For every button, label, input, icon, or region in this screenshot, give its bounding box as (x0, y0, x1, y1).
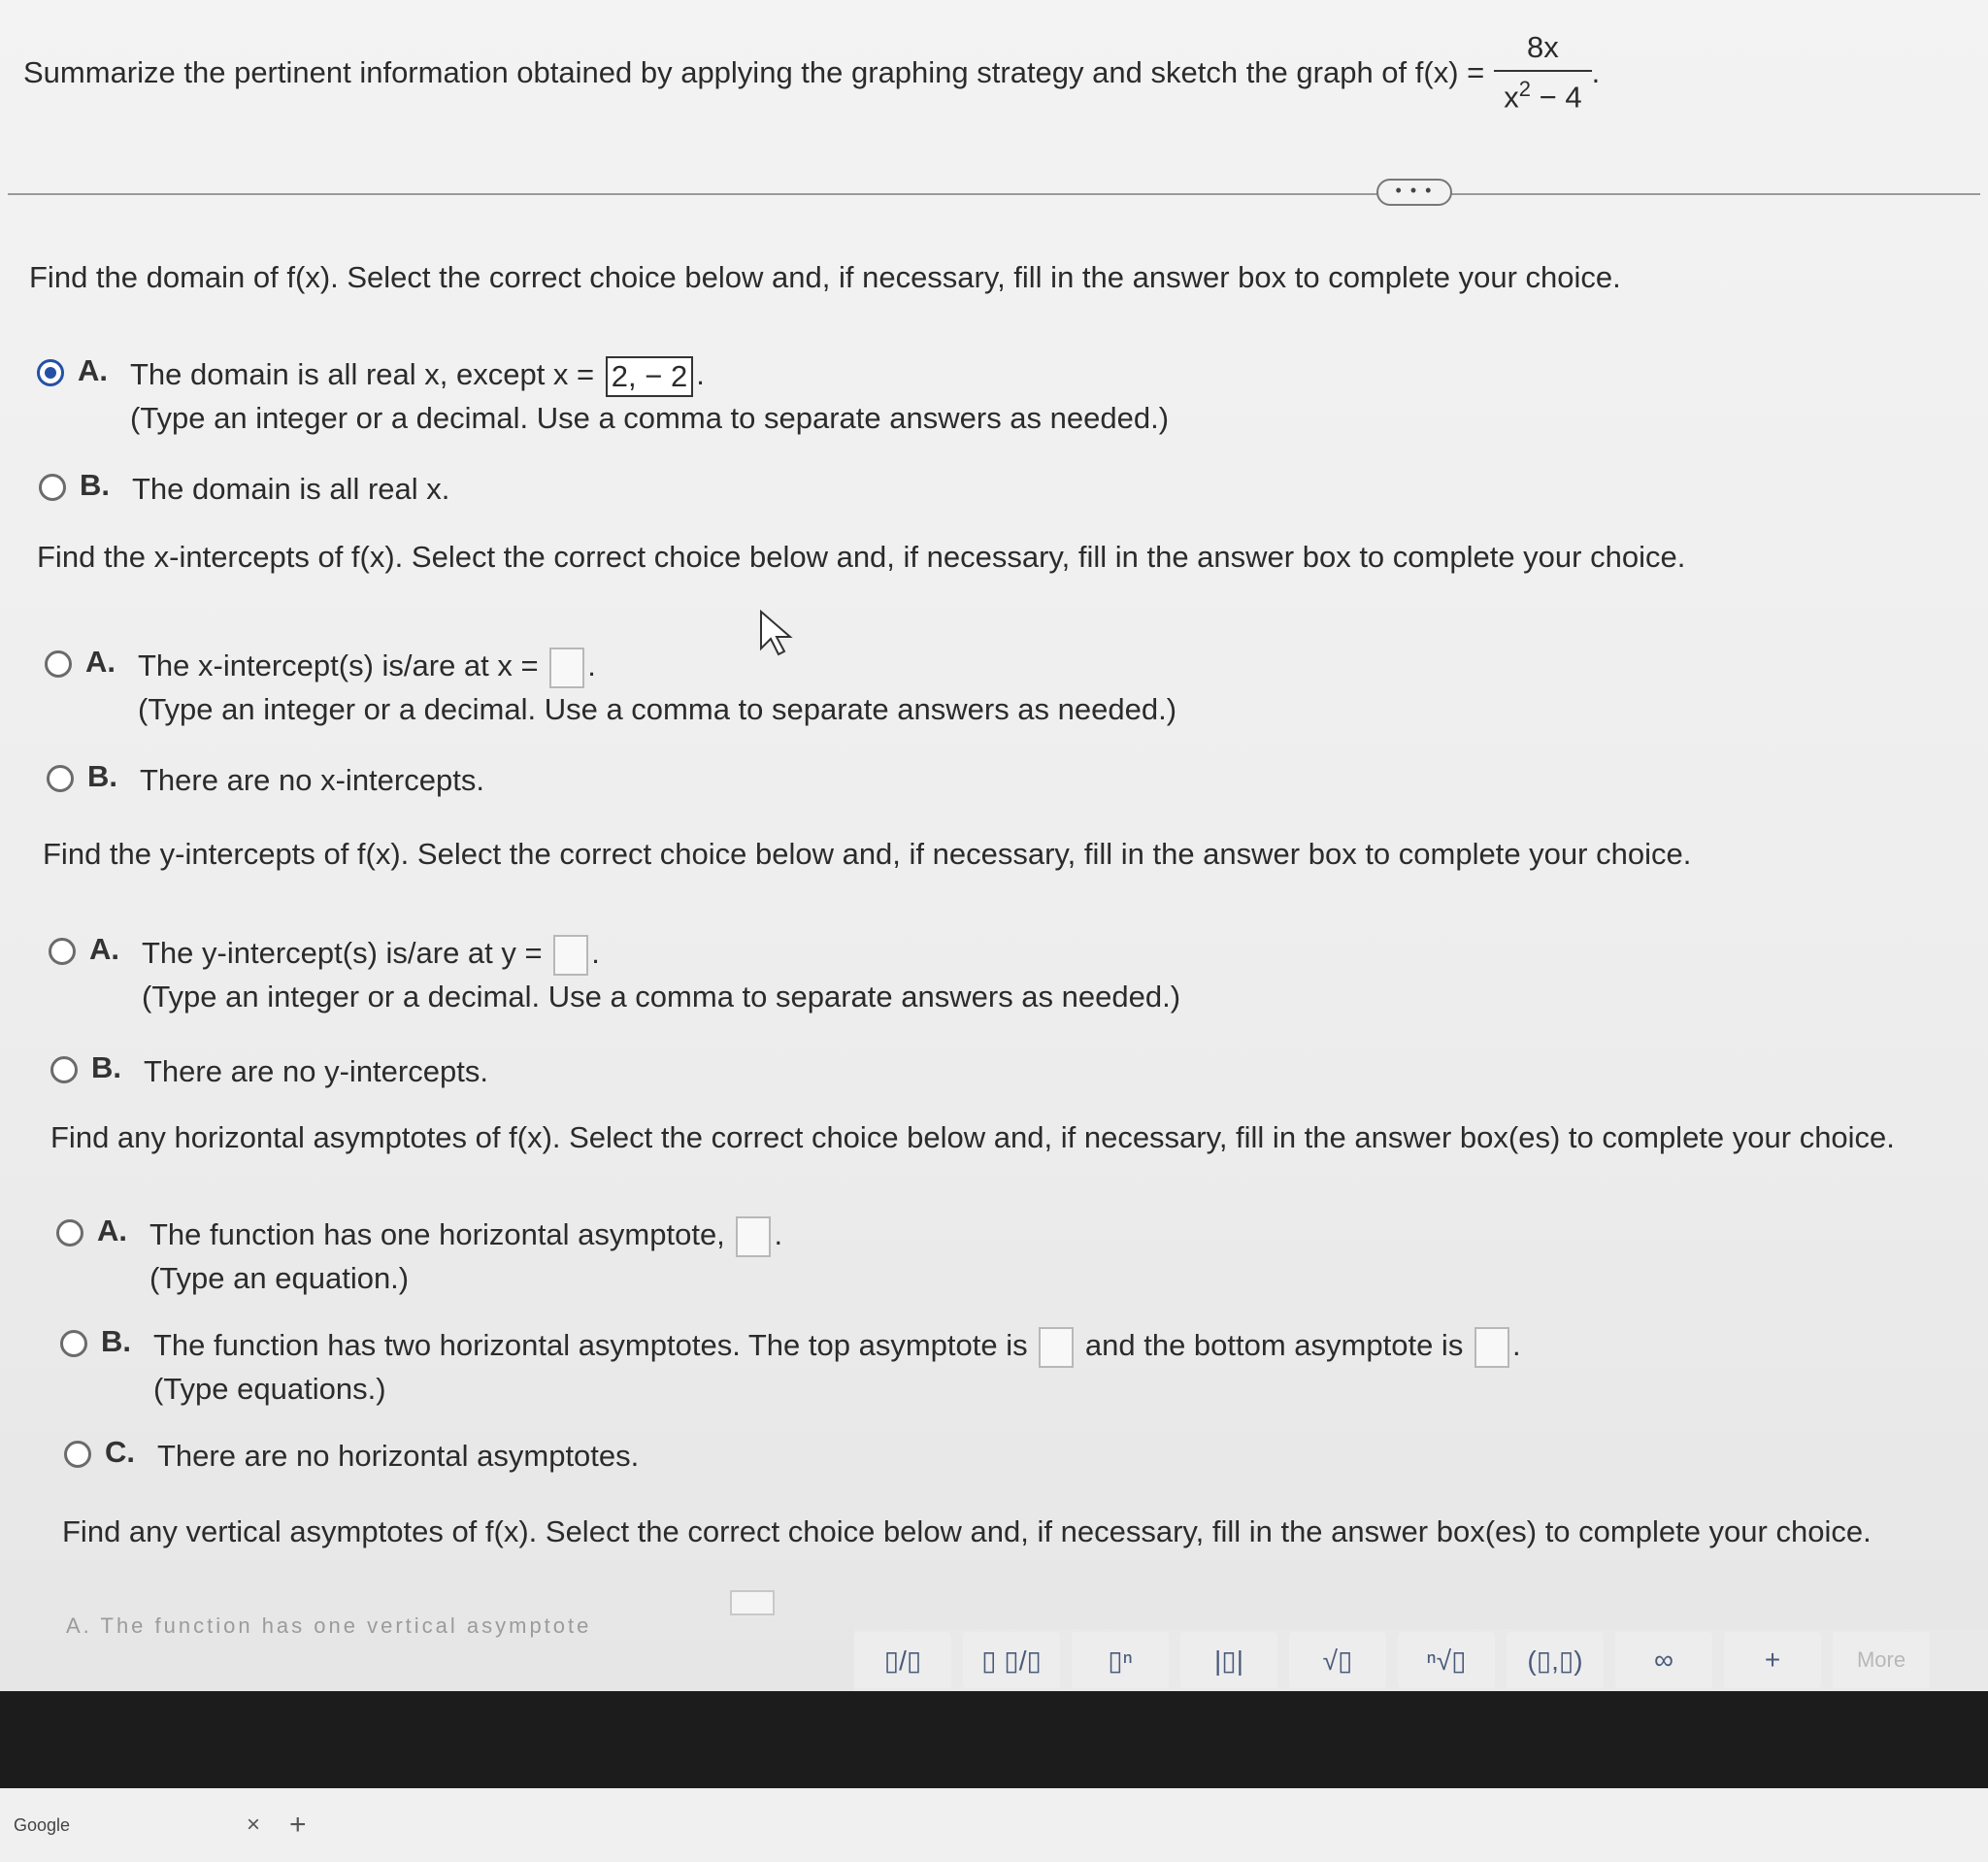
radio-button-selected[interactable] (37, 359, 64, 386)
choice-letter: A. (89, 932, 119, 966)
problem-statement: Summarize the pertinent information obta… (23, 19, 1955, 126)
domain-choice-b[interactable]: B. The domain is all real x. (39, 468, 449, 511)
y-intercepts-answer-box[interactable] (553, 934, 589, 976)
radio-button[interactable] (56, 1219, 83, 1247)
choice-text: The domain is all real x. (132, 472, 450, 506)
choice-text: There are no horizontal asymptotes. (157, 1439, 640, 1473)
vertical-asymptote-answer-box[interactable] (730, 1590, 775, 1615)
y-intercepts-choice-b[interactable]: B. There are no y-intercepts. (50, 1050, 488, 1093)
choice-hint: (Type an equation.) (149, 1260, 410, 1295)
problem-prompt: Summarize the pertinent information obta… (23, 55, 1485, 89)
horizontal-asymptotes-choice-b[interactable]: B. The function has two horizontal asymp… (60, 1324, 1521, 1411)
new-tab-icon[interactable]: + (289, 1809, 307, 1842)
choice-text: and the bottom asymptote is (1084, 1328, 1464, 1362)
choice-letter: B. (101, 1324, 131, 1358)
choice-hint: (Type equations.) (153, 1371, 386, 1406)
choice-letter: B. (87, 759, 117, 793)
more-tools-button[interactable]: More (1833, 1632, 1930, 1688)
choice-hint: (Type an integer or a decimal. Use a com… (138, 691, 1177, 726)
function-fraction: 8x x2 − 4 (1494, 30, 1592, 115)
horizontal-asymptotes-question: Find any horizontal asymptotes of f(x). … (50, 1120, 1895, 1154)
screen-bezel (0, 1691, 1988, 1788)
fraction-denominator: x2 − 4 (1504, 77, 1582, 115)
y-intercepts-choice-a[interactable]: A. The y-intercept(s) is/are at y = . (T… (49, 932, 1180, 1018)
browser-tab-title[interactable]: Google (14, 1815, 247, 1836)
plus-tool[interactable]: + (1724, 1632, 1821, 1688)
mouse-cursor-icon (760, 610, 793, 656)
choice-text: There are no y-intercepts. (144, 1054, 488, 1088)
fraction-tool[interactable]: ▯/▯ (854, 1632, 951, 1688)
x-intercepts-answer-box[interactable] (549, 647, 585, 688)
choice-letter: A. (85, 645, 116, 679)
radio-button[interactable] (64, 1441, 91, 1468)
mixed-number-tool[interactable]: ▯ ▯/▯ (963, 1632, 1060, 1688)
choice-hint: (Type an integer or a decimal. Use a com… (130, 400, 1170, 435)
domain-choice-a[interactable]: A. The domain is all real x, except x = … (37, 353, 1169, 440)
radio-button[interactable] (47, 765, 74, 792)
choice-letter: C. (105, 1435, 135, 1469)
choice-text: The x-intercept(s) is/are at x = (138, 648, 539, 682)
choice-text: The function has one horizontal asymptot… (149, 1217, 725, 1251)
horizontal-asymptotes-choice-c[interactable]: C. There are no horizontal asymptotes. (64, 1435, 639, 1478)
fraction-bar (1494, 70, 1592, 73)
choice-text: The function has two horizontal asymptot… (153, 1328, 1028, 1362)
horizontal-asymptotes-choice-a[interactable]: A. The function has one horizontal asymp… (56, 1214, 782, 1300)
section-divider (8, 193, 1980, 195)
radio-button[interactable] (50, 1056, 78, 1083)
y-intercepts-question: Find the y-intercepts of f(x). Select th… (43, 837, 1692, 871)
vertical-asymptotes-question: Find any vertical asymptotes of f(x). Se… (62, 1514, 1872, 1548)
nth-root-tool[interactable]: ⁿ√▯ (1398, 1632, 1495, 1688)
fraction-numerator: 8x (1527, 30, 1559, 65)
browser-tab-bar: Google × + (0, 1788, 1988, 1862)
math-palette-toolbar: ▯/▯ ▯ ▯/▯ ▯ⁿ |▯| √▯ ⁿ√▯ (▯,▯) ∞ + More (854, 1629, 1988, 1691)
choice-letter: A. (78, 353, 108, 387)
vertical-asymptotes-choice-a-cutoff: A. The function has one vertical asympto… (66, 1613, 592, 1638)
x-intercepts-choice-a[interactable]: A. The x-intercept(s) is/are at x = . (T… (45, 645, 1176, 731)
radio-button[interactable] (45, 650, 72, 678)
radio-button[interactable] (60, 1330, 87, 1357)
ordered-pair-tool[interactable]: (▯,▯) (1507, 1632, 1604, 1688)
question-page: Summarize the pertinent information obta… (0, 0, 1988, 1691)
choice-text: The domain is all real x, except x = (130, 357, 595, 391)
square-root-tool[interactable]: √▯ (1289, 1632, 1386, 1688)
choice-letter: B. (91, 1050, 121, 1084)
choice-text: The y-intercept(s) is/are at y = (142, 936, 543, 970)
exponent-tool[interactable]: ▯ⁿ (1072, 1632, 1169, 1688)
radio-button[interactable] (49, 938, 76, 965)
radio-button[interactable] (39, 474, 66, 501)
choice-text: There are no x-intercepts. (140, 763, 484, 797)
domain-answer-box[interactable]: 2, − 2 (605, 355, 694, 397)
x-intercepts-question: Find the x-intercepts of f(x). Select th… (37, 540, 1686, 574)
choice-hint: (Type an integer or a decimal. Use a com… (142, 979, 1181, 1014)
close-tab-icon[interactable]: × (247, 1812, 260, 1839)
top-asymptote-answer-box[interactable] (1039, 1326, 1075, 1368)
infinity-tool[interactable]: ∞ (1615, 1632, 1712, 1688)
expand-more-button[interactable]: • • • (1376, 179, 1452, 206)
problem-end: . (1591, 55, 1601, 89)
choice-letter: A. (97, 1214, 127, 1247)
choice-letter: B. (80, 468, 110, 502)
horizontal-asymptote-answer-box[interactable] (736, 1215, 772, 1257)
absolute-value-tool[interactable]: |▯| (1180, 1632, 1277, 1688)
bottom-asymptote-answer-box[interactable] (1474, 1326, 1509, 1368)
domain-question: Find the domain of f(x). Select the corr… (29, 260, 1621, 294)
x-intercepts-choice-b[interactable]: B. There are no x-intercepts. (47, 759, 484, 802)
